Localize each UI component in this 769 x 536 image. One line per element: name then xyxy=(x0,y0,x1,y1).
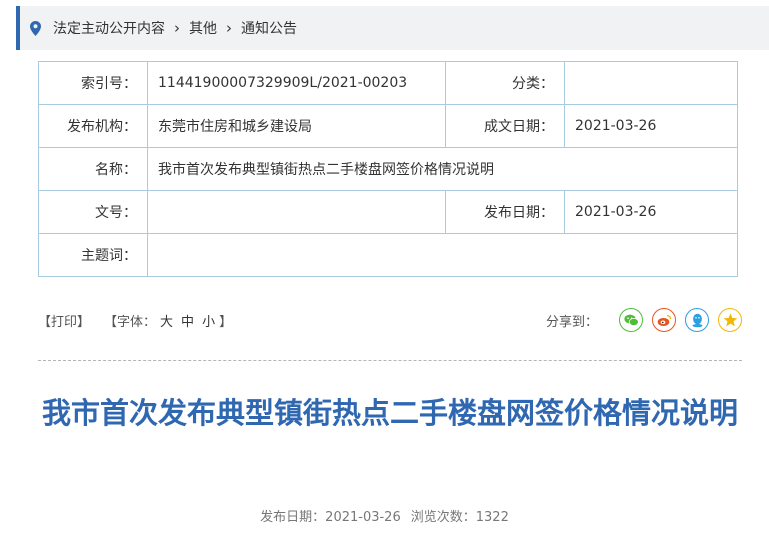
breadcrumb-separator: › xyxy=(226,19,232,37)
share-bar: 分享到： xyxy=(546,308,742,332)
publisher-label: 发布机构： xyxy=(38,104,148,148)
share-label: 分享到： xyxy=(545,314,598,330)
view-count-label: 浏览次数： xyxy=(410,510,476,525)
index-number-label: 索引号： xyxy=(38,61,148,105)
breadcrumb-item-notices[interactable]: 通知公告 xyxy=(241,18,297,38)
publish-date-value: 2021-03-26 xyxy=(564,190,738,234)
article-date-value: 2021-03-26 xyxy=(325,510,401,525)
keywords-value xyxy=(147,233,738,277)
breadcrumb-item-public-content[interactable]: 法定主动公开内容 xyxy=(53,18,165,38)
document-number-value xyxy=(147,190,446,234)
wechat-icon[interactable] xyxy=(619,308,643,332)
article-meta: 发布日期：2021-03-26 浏览次数：1322 xyxy=(0,506,769,525)
view-count-value: 1322 xyxy=(475,510,509,525)
article-toolbar: 【打印】 【字体：大中小】 分享到： xyxy=(38,306,742,334)
weibo-icon[interactable] xyxy=(652,308,676,332)
font-size-small-button[interactable]: 小 xyxy=(202,315,215,330)
name-value: 我市首次发布典型镇街热点二手楼盘网签价格情况说明 xyxy=(147,147,738,191)
publish-date-label: 发布日期： xyxy=(445,190,565,234)
qq-icon[interactable] xyxy=(685,308,709,332)
location-pin-icon xyxy=(30,20,41,36)
table-row: 文号： 发布日期： 2021-03-26 xyxy=(38,190,738,234)
created-date-value: 2021-03-26 xyxy=(564,104,738,148)
breadcrumb-separator: › xyxy=(174,19,180,37)
name-label: 名称： xyxy=(38,147,148,191)
qzone-icon[interactable] xyxy=(718,308,742,332)
dashed-divider xyxy=(38,360,742,361)
document-number-label: 文号： xyxy=(38,190,148,234)
category-value xyxy=(564,61,738,105)
table-row: 名称： 我市首次发布典型镇街热点二手楼盘网签价格情况说明 xyxy=(38,147,738,191)
table-row: 发布机构： 东莞市住房和城乡建设局 成文日期： 2021-03-26 xyxy=(38,104,738,148)
keywords-label: 主题词： xyxy=(38,233,148,277)
category-label: 分类： xyxy=(445,61,565,105)
table-row: 索引号： 11441900007329909L/2021-00203 分类： xyxy=(38,61,738,105)
font-size-medium-button[interactable]: 中 xyxy=(181,315,194,330)
document-meta-table: 索引号： 11441900007329909L/2021-00203 分类： 发… xyxy=(38,61,738,277)
breadcrumb: 法定主动公开内容 › 其他 › 通知公告 xyxy=(16,6,769,50)
print-button[interactable]: 【打印】 xyxy=(38,311,90,330)
article-date-label: 发布日期： xyxy=(260,510,326,525)
font-size-label: 【字体： xyxy=(104,314,157,330)
table-row: 主题词： xyxy=(38,233,738,277)
font-size-large-button[interactable]: 大 xyxy=(160,315,173,330)
breadcrumb-item-other[interactable]: 其他 xyxy=(189,18,217,38)
publisher-value: 东莞市住房和城乡建设局 xyxy=(147,104,446,148)
index-number-value: 11441900007329909L/2021-00203 xyxy=(147,61,446,105)
article-title: 我市首次发布典型镇街热点二手楼盘网签价格情况说明 xyxy=(41,396,738,430)
created-date-label: 成文日期： xyxy=(445,104,565,148)
font-size-bracket-close: 】 xyxy=(219,314,233,330)
font-size-group: 【字体：大中小】 xyxy=(104,311,232,330)
